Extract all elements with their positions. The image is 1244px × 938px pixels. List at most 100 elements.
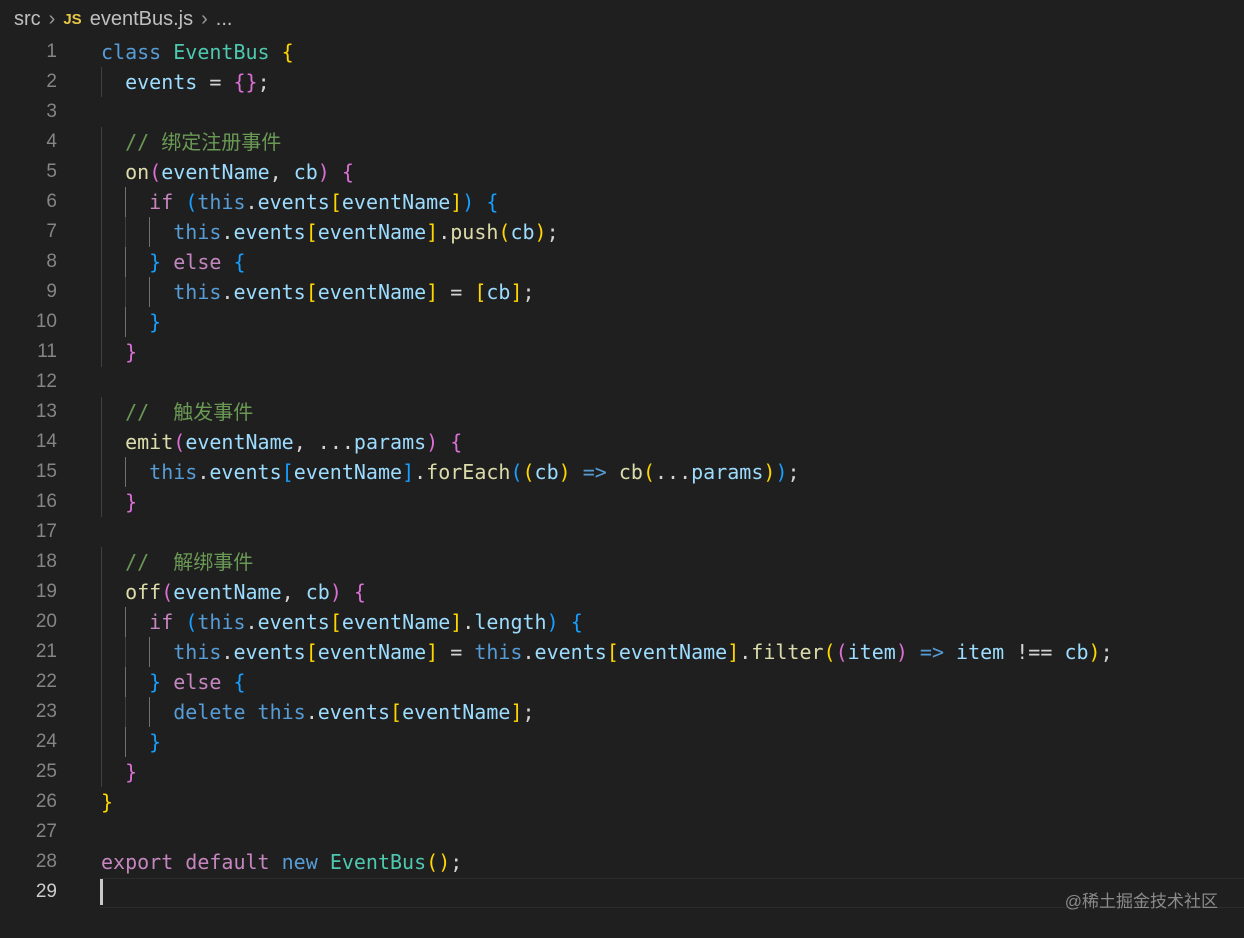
- code-line[interactable]: 4 // 绑定注册事件: [0, 127, 1244, 157]
- code-token: emit: [125, 430, 174, 454]
- javascript-file-icon: JS: [63, 10, 82, 28]
- code-line[interactable]: 7 this.events[eventName].push(cb);: [0, 217, 1244, 247]
- code-line[interactable]: 21 this.events[eventName] = this.events[…: [0, 637, 1244, 667]
- code-token: }: [125, 490, 138, 514]
- line-number: 18: [35, 551, 57, 572]
- code-token: ...: [655, 460, 692, 484]
- code-token: .: [245, 190, 258, 214]
- code-text: } else {: [101, 247, 245, 277]
- code-line[interactable]: 12: [0, 367, 1244, 397]
- code-line[interactable]: 13 // 触发事件: [0, 397, 1244, 427]
- code-token: ;: [1100, 640, 1113, 664]
- code-line[interactable]: 20 if (this.events[eventName].length) {: [0, 607, 1244, 637]
- code-token: ): [426, 430, 439, 454]
- line-number: 3: [46, 101, 57, 122]
- line-number: 1: [46, 41, 57, 62]
- code-token: new: [281, 850, 318, 874]
- code-token: ]: [426, 220, 439, 244]
- code-line[interactable]: 25 }: [0, 757, 1244, 787]
- line-number: 12: [35, 371, 57, 392]
- code-line[interactable]: 5 on(eventName, cb) {: [0, 157, 1244, 187]
- code-token: if: [149, 610, 174, 634]
- code-token: filter: [751, 640, 824, 664]
- code-token: ,: [281, 580, 306, 604]
- code-token: eventName: [317, 640, 427, 664]
- code-token: ]: [510, 280, 523, 304]
- code-token: cb: [305, 580, 330, 604]
- code-token: ): [558, 460, 571, 484]
- code-line[interactable]: 14 emit(eventName, ...params) {: [0, 427, 1244, 457]
- code-line[interactable]: 19 off(eventName, cb) {: [0, 577, 1244, 607]
- code-token: events: [534, 640, 607, 664]
- code-text: this.events[eventName].forEach((cb) => c…: [101, 457, 799, 487]
- line-number: 8: [46, 251, 57, 272]
- code-token: eventName: [185, 430, 294, 454]
- code-line[interactable]: 27: [0, 817, 1244, 847]
- code-token: ]: [402, 460, 415, 484]
- code-token: // 绑定注册事件: [125, 130, 282, 154]
- code-text: class EventBus {: [101, 37, 294, 67]
- code-token: .: [197, 460, 210, 484]
- code-line[interactable]: 22 } else {: [0, 667, 1244, 697]
- code-token: cb: [618, 460, 643, 484]
- code-token: [: [329, 610, 342, 634]
- code-token: {: [353, 580, 366, 604]
- code-line[interactable]: 16 }: [0, 487, 1244, 517]
- code-token: ]: [426, 280, 439, 304]
- code-line[interactable]: 9 this.events[eventName] = [cb];: [0, 277, 1244, 307]
- code-token: ): [462, 190, 475, 214]
- line-number: 10: [35, 311, 57, 332]
- code-token: events: [233, 220, 306, 244]
- code-editor[interactable]: 1 class EventBus {2 events = {}; 3 4 // 绑定注…: [0, 37, 1244, 908]
- line-number: 16: [35, 491, 57, 512]
- code-token: this: [257, 700, 306, 724]
- code-token: events: [257, 190, 330, 214]
- line-number: 5: [46, 161, 57, 182]
- code-token: .: [438, 220, 451, 244]
- breadcrumb-symbol[interactable]: ...: [216, 8, 233, 31]
- code-token: ): [1088, 640, 1101, 664]
- code-token: length: [474, 610, 547, 634]
- code-line[interactable]: 29: [0, 877, 1244, 908]
- code-token: {: [486, 190, 499, 214]
- code-line[interactable]: 28 export default new EventBus();: [0, 847, 1244, 877]
- code-token: {: [450, 430, 463, 454]
- code-token: eventName: [317, 280, 427, 304]
- code-token: export: [101, 850, 174, 874]
- code-token: params: [353, 430, 427, 454]
- code-token: eventName: [293, 460, 403, 484]
- code-line[interactable]: 17: [0, 517, 1244, 547]
- code-token: eventName: [161, 160, 270, 184]
- code-token: [: [390, 700, 403, 724]
- line-number: 9: [46, 281, 57, 302]
- watermark: @稀土掘金技术社区: [1064, 892, 1218, 911]
- code-line[interactable]: 3: [0, 97, 1244, 127]
- code-line[interactable]: 15 this.events[eventName].forEach((cb) =…: [0, 457, 1244, 487]
- breadcrumb-folder[interactable]: src: [14, 8, 41, 31]
- code-token: .: [305, 700, 318, 724]
- code-line[interactable]: 1 class EventBus {: [0, 37, 1244, 67]
- code-token: cb: [534, 460, 559, 484]
- code-line[interactable]: 24 }: [0, 727, 1244, 757]
- code-token: this: [197, 610, 246, 634]
- code-token: .: [414, 460, 427, 484]
- code-line[interactable]: 26}: [0, 787, 1244, 817]
- code-line[interactable]: 23 delete this.events[eventName];: [0, 697, 1244, 727]
- code-line[interactable]: 8 } else {: [0, 247, 1244, 277]
- code-token: (: [426, 850, 439, 874]
- code-line[interactable]: 10 }: [0, 307, 1244, 337]
- code-line[interactable]: 11 }: [0, 337, 1244, 367]
- code-token: else: [173, 250, 222, 274]
- code-line[interactable]: 18 // 解绑事件: [0, 547, 1244, 577]
- code-token: events: [125, 70, 198, 94]
- code-token: forEach: [426, 460, 511, 484]
- code-line[interactable]: 2 events = {};: [0, 67, 1244, 97]
- code-token: {: [341, 160, 354, 184]
- code-token: ;: [257, 70, 270, 94]
- breadcrumb-file[interactable]: eventBus.js: [90, 8, 193, 31]
- code-line[interactable]: 6 if (this.events[eventName]) {: [0, 187, 1244, 217]
